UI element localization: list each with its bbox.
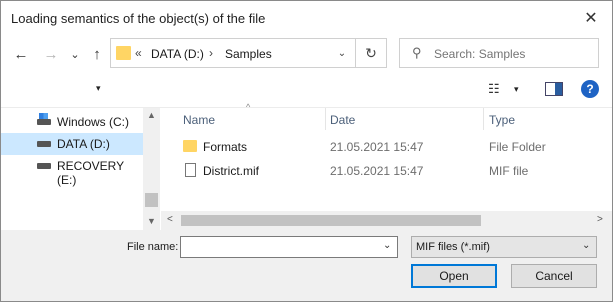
file-open-dialog: Loading semantics of the object(s) of th…	[0, 0, 613, 302]
preview-pane-icon[interactable]	[545, 82, 563, 96]
file-row-formats[interactable]: Formats 21.05.2021 15:47 File Folder	[171, 136, 611, 158]
close-button[interactable]: ✕	[571, 2, 611, 33]
back-arrow-icon: ←	[13, 45, 29, 63]
scroll-down-icon[interactable]: ▼	[147, 216, 156, 226]
file-type-value: MIF files (*.mif)	[416, 241, 490, 253]
column-header-type[interactable]: Type	[489, 113, 515, 127]
sidebar-item-label: RECOVERY (E:)	[57, 159, 124, 187]
file-date: 21.05.2021 15:47	[330, 140, 424, 154]
file-name: Formats	[203, 140, 248, 154]
sort-ascending-icon: ^	[246, 102, 251, 112]
file-date: 21.05.2021 15:47	[330, 164, 424, 178]
sidebar-item-windows-drive[interactable]: Windows (C:)	[15, 111, 143, 133]
file-icon	[185, 163, 196, 177]
recent-locations-button[interactable]: ⌄	[65, 44, 85, 64]
file-type-select[interactable]: MIF files (*.mif) ⌄	[411, 236, 597, 258]
file-name-input[interactable]	[184, 239, 374, 255]
open-button[interactable]: Open	[411, 264, 497, 288]
scroll-left-icon[interactable]: <	[167, 214, 173, 225]
breadcrumb-separator-icon[interactable]: ›	[209, 46, 213, 60]
navigation-pane: Windows (C:) DATA (D:) RECOVERY (E:) ▲ ▼	[1, 108, 160, 230]
search-box[interactable]: ⚲	[399, 38, 599, 68]
close-icon: ✕	[584, 9, 598, 27]
scroll-right-icon[interactable]: >	[597, 214, 603, 225]
address-divider	[355, 39, 356, 67]
column-divider[interactable]	[483, 108, 484, 130]
file-row-district-mif[interactable]: District.mif 21.05.2021 15:47 MIF file	[171, 160, 611, 182]
window-title: Loading semantics of the object(s) of th…	[11, 11, 266, 26]
organize-dropdown-icon[interactable]: ▾	[96, 83, 101, 94]
sidebar-item-label: Windows (C:)	[57, 115, 130, 129]
search-input[interactable]	[434, 46, 594, 62]
windows-drive-icon	[37, 113, 51, 125]
file-list-horizontal-scrollbar[interactable]: < >	[161, 211, 612, 230]
file-name: District.mif	[203, 164, 259, 178]
sidebar-item-label: DATA (D:)	[57, 137, 110, 151]
sidebar-item-recovery-drive[interactable]: RECOVERY (E:)	[15, 155, 143, 187]
folder-icon	[183, 140, 197, 152]
breadcrumb-item-samples[interactable]: Samples	[225, 47, 272, 61]
chevron-down-icon[interactable]: ⌄	[383, 240, 391, 251]
scroll-thumb[interactable]	[145, 193, 158, 207]
search-icon: ⚲	[412, 45, 422, 60]
chevron-down-icon: ⌄	[582, 240, 591, 251]
command-bar: ▾ ☷ ▾ ?	[1, 72, 612, 108]
address-dropdown-icon[interactable]: ⌄	[335, 45, 349, 61]
drive-icon	[37, 163, 51, 169]
drive-icon	[37, 141, 51, 147]
navigation-pane-scrollbar[interactable]: ▲ ▼	[143, 108, 160, 230]
forward-button[interactable]: →	[41, 44, 61, 64]
column-header-label: Name	[183, 113, 216, 127]
file-type: MIF file	[489, 164, 529, 178]
address-bar[interactable]: « DATA (D:) › Samples ⌄ ↻	[110, 38, 387, 68]
file-name-label: File name:	[127, 241, 179, 253]
cancel-button[interactable]: Cancel	[511, 264, 597, 288]
column-header-date[interactable]: Date	[330, 113, 355, 127]
file-type: File Folder	[489, 140, 546, 154]
breadcrumb-item-data-drive[interactable]: DATA (D:)	[151, 47, 204, 61]
back-button[interactable]: ←	[11, 44, 31, 64]
help-icon[interactable]: ?	[581, 80, 599, 98]
up-button[interactable]: ↑	[87, 44, 107, 64]
forward-arrow-icon: →	[43, 45, 59, 63]
refresh-icon[interactable]: ↻	[362, 44, 380, 62]
chevron-down-icon: ⌄	[70, 48, 80, 61]
breadcrumb-overflow-icon[interactable]: «	[135, 46, 142, 60]
view-dropdown-icon[interactable]: ▾	[514, 84, 519, 95]
column-divider[interactable]	[325, 108, 326, 130]
folder-icon	[116, 46, 131, 60]
dialog-footer: File name: ⌄ MIF files (*.mif) ⌄ Open Ca…	[1, 230, 612, 301]
navigation-bar: ← → ⌄ ↑ « DATA (D:) › Samples ⌄ ↻ ⚲	[1, 36, 612, 72]
up-arrow-icon: ↑	[93, 45, 101, 63]
scroll-up-icon[interactable]: ▲	[147, 110, 156, 120]
file-name-combobox[interactable]: ⌄	[180, 236, 398, 258]
sidebar-item-data-drive[interactable]: DATA (D:)	[1, 133, 143, 155]
scroll-thumb[interactable]	[181, 215, 481, 226]
view-options-icon[interactable]: ☷	[488, 81, 508, 97]
title-bar: Loading semantics of the object(s) of th…	[1, 1, 612, 35]
